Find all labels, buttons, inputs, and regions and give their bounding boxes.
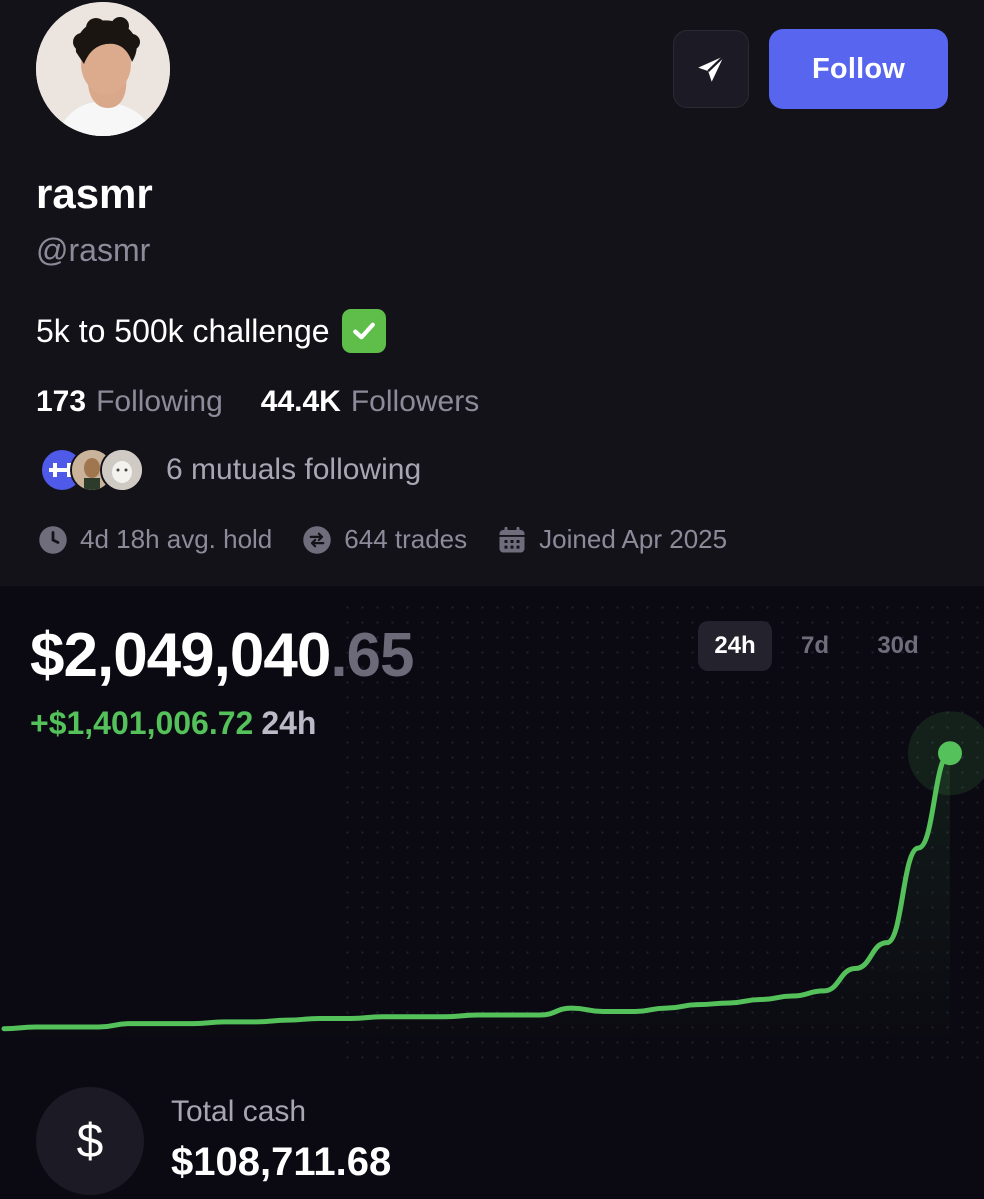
- profile-handle: @rasmr: [36, 232, 151, 268]
- following-count: 173: [36, 385, 87, 418]
- calendar-icon: [499, 526, 525, 552]
- dollar-icon: $: [36, 1087, 144, 1195]
- cash-value: $108,711.68: [171, 1140, 392, 1184]
- chart-endpoint-dot: [938, 741, 962, 766]
- portfolio-chart: [1, 711, 984, 1046]
- profile-bio: 5k to 500k challenge: [36, 309, 386, 353]
- following-stat[interactable]: 173 Following: [36, 385, 223, 419]
- mutuals-row[interactable]: 6 mutuals following: [40, 447, 421, 493]
- followers-label: Followers: [350, 385, 480, 418]
- send-icon: [698, 55, 725, 82]
- send-message-button[interactable]: [673, 30, 749, 108]
- avg-hold-text: 4d 18h avg. hold: [80, 524, 273, 554]
- profile-name: rasmr: [36, 170, 153, 217]
- chart-series-line: [1, 750, 953, 1032]
- joined-date: Joined Apr 2025: [497, 524, 727, 555]
- cash-label: Total cash: [171, 1095, 307, 1128]
- follow-stats: 173 Following 44.4K Followers: [36, 385, 479, 419]
- check-mark-icon: [341, 309, 386, 353]
- profile-meta: 4d 18h avg. hold 644 trades Joined Apr 2…: [38, 524, 757, 555]
- clock-icon: [39, 525, 67, 554]
- avg-hold: 4d 18h avg. hold: [38, 524, 272, 555]
- bio-text: 5k to 500k challenge: [36, 312, 330, 349]
- trades-text: 644 trades: [344, 524, 468, 554]
- trades-count: 644 trades: [302, 524, 467, 555]
- swap-icon: [303, 525, 332, 554]
- follow-button[interactable]: Follow: [769, 29, 948, 109]
- profile-avatar[interactable]: [36, 2, 170, 136]
- mutual-avatar: [100, 448, 144, 492]
- followers-count: 44.4K: [260, 385, 341, 418]
- mutuals-text: 6 mutuals following: [166, 453, 422, 486]
- following-label: Following: [96, 385, 223, 418]
- chart-area-fill: [4, 753, 950, 1046]
- followers-stat[interactable]: 44.4K Followers: [261, 385, 479, 419]
- joined-text: Joined Apr 2025: [539, 524, 728, 554]
